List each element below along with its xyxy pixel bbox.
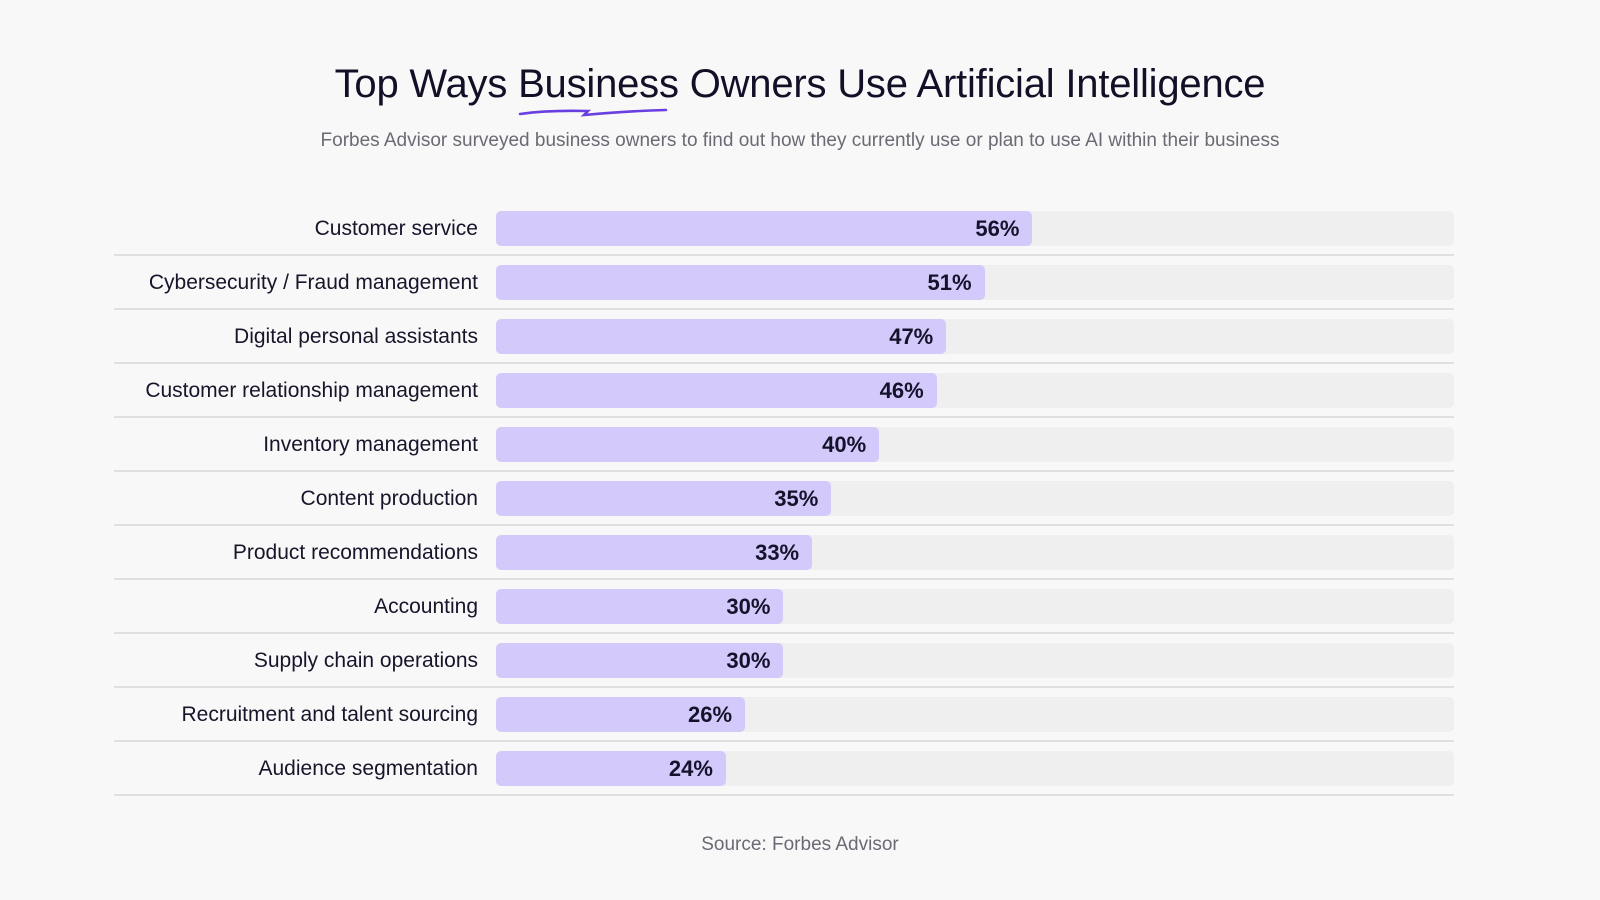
title-suffix: Owners Use Artificial Intelligence: [678, 62, 1266, 106]
category-label: Accounting: [374, 595, 478, 618]
bar-row: Product recommendations 33%: [114, 526, 1454, 580]
category-label: Product recommendations: [232, 541, 478, 564]
category-label: Customer service: [314, 217, 478, 240]
bar: 51%: [496, 265, 985, 300]
title-prefix: Top Ways: [334, 62, 519, 106]
category-label: Recruitment and talent sourcing: [181, 703, 479, 726]
value-label: 33%: [755, 540, 800, 565]
bar: 47%: [496, 319, 947, 354]
bar-track: 26%: [496, 697, 1454, 732]
bar-row: Accounting 30%: [114, 580, 1454, 634]
value-label: 51%: [927, 270, 972, 295]
category-label: Supply chain operations: [253, 649, 478, 672]
value-label: 24%: [668, 756, 713, 781]
bar-row: Audience segmentation 24%: [114, 742, 1454, 796]
bar: 24%: [496, 751, 726, 786]
squiggle-underline-icon: [518, 108, 668, 117]
title-highlight-word: Business: [518, 62, 679, 117]
bar: 35%: [496, 481, 832, 516]
category-label: Content production: [300, 487, 478, 510]
bar-row: Digital personal assistants 47%: [114, 310, 1454, 364]
bar: 40%: [496, 427, 880, 462]
category-label: Cybersecurity / Fraud management: [148, 271, 478, 294]
bar-track: 24%: [496, 751, 1454, 786]
bar-row: Content production 35%: [114, 472, 1454, 526]
bar-row: Customer service 56%: [114, 202, 1454, 256]
bar-row: Cybersecurity / Fraud management 51%: [114, 256, 1454, 310]
bar: 26%: [496, 697, 746, 732]
bar-row: Customer relationship management 46%: [114, 364, 1454, 418]
bar-row: Inventory management 40%: [114, 418, 1454, 472]
value-label: 47%: [889, 324, 934, 349]
bar-track: 40%: [496, 427, 1454, 462]
value-label: 26%: [688, 702, 733, 727]
value-label: 56%: [975, 216, 1020, 241]
chart-subtitle: Forbes Advisor surveyed business owners …: [320, 130, 1280, 151]
bar-track: 51%: [496, 265, 1454, 300]
bar: 56%: [496, 211, 1033, 246]
bar: 30%: [496, 589, 784, 624]
category-label: Audience segmentation: [258, 757, 479, 780]
bar-track: 33%: [496, 535, 1454, 570]
bar-row: Recruitment and talent sourcing 26%: [114, 688, 1454, 742]
bar: 30%: [496, 643, 784, 678]
category-label: Digital personal assistants: [234, 325, 478, 348]
category-label: Customer relationship management: [145, 379, 478, 402]
value-label: 40%: [822, 432, 867, 457]
bar-track: 30%: [496, 589, 1454, 624]
bar: 33%: [496, 535, 813, 570]
bar-track: 47%: [496, 319, 1454, 354]
bar-chart: Customer service 56% Cybersecurity / Fraud…: [114, 202, 1454, 796]
bar: 46%: [496, 373, 937, 408]
bar-track: 56%: [496, 211, 1454, 246]
value-label: 30%: [726, 648, 771, 673]
bar-track: 35%: [496, 481, 1454, 516]
source-note: Source: Forbes Advisor: [701, 834, 899, 855]
value-label: 35%: [774, 486, 819, 511]
chart-title: Top Ways Business Owners Use Artificial …: [0, 62, 1600, 117]
bar-track: 46%: [496, 373, 1454, 408]
value-label: 46%: [879, 378, 924, 403]
value-label: 30%: [726, 594, 771, 619]
bar-track: 30%: [496, 643, 1454, 678]
category-label: Inventory management: [263, 433, 478, 456]
title-highlight-text: Business: [518, 62, 679, 106]
bar-row: Supply chain operations 30%: [114, 634, 1454, 688]
